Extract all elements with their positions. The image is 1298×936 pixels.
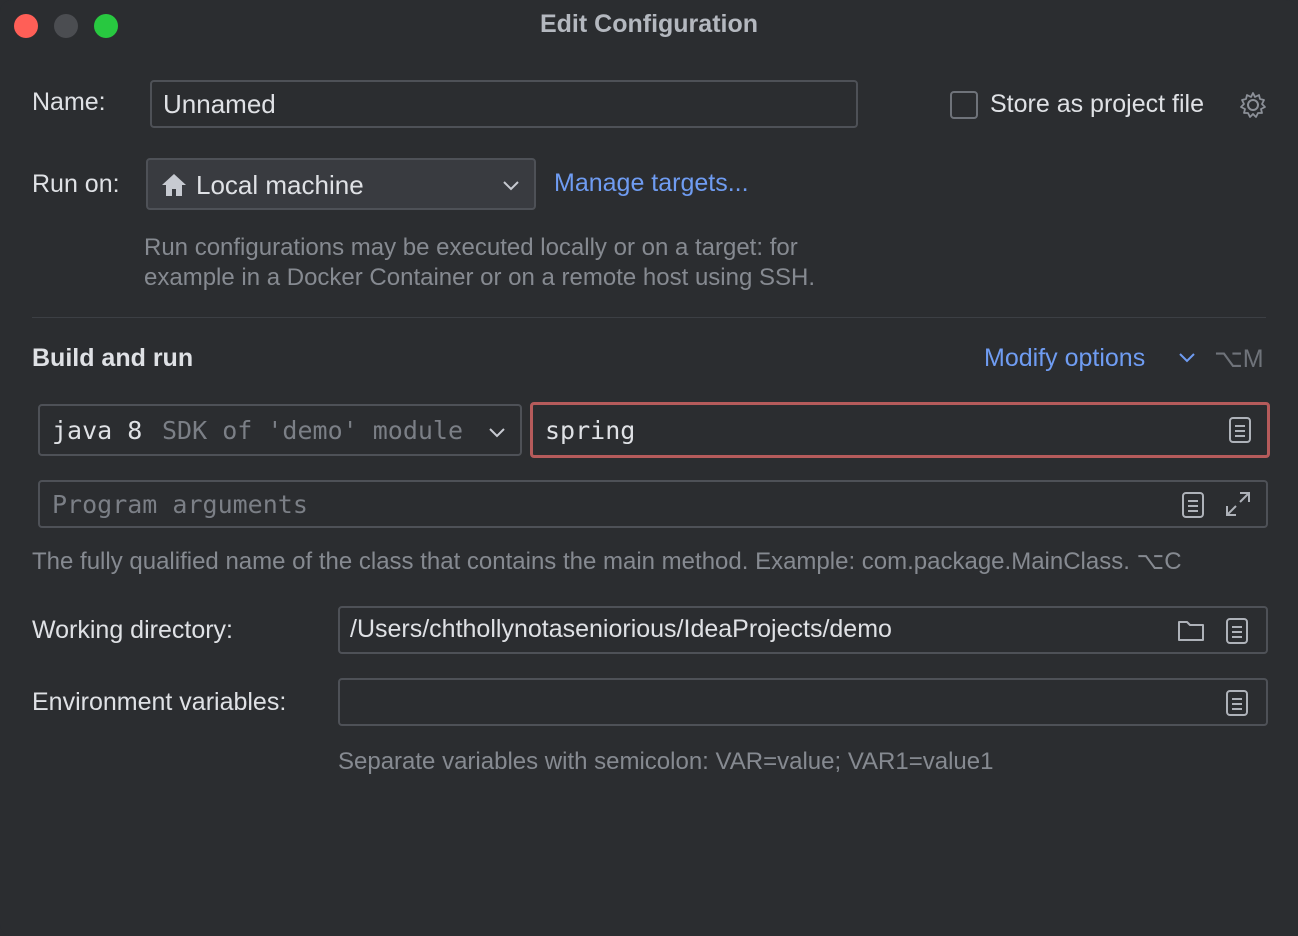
modify-options-shortcut: ⌥M xyxy=(1214,345,1264,373)
run-on-selected: Local machine xyxy=(196,170,364,200)
name-label: Name: xyxy=(32,88,106,116)
sdk-dropdown[interactable]: java 8 SDK of 'demo' module xyxy=(38,404,522,456)
window-title: Edit Configuration xyxy=(539,10,759,38)
build-and-run-title: Build and run xyxy=(32,344,194,372)
edit-configuration-dialog: Edit Configuration Name: Unnamed Store a… xyxy=(0,0,1298,936)
modify-options-link[interactable]: Modify options xyxy=(984,344,1145,373)
run-on-label: Run on: xyxy=(32,170,120,198)
expand-editor-icon[interactable] xyxy=(1224,689,1250,717)
chevron-down-icon xyxy=(503,181,519,191)
working-directory-input[interactable]: /Users/chthollynotaseniorious/IdeaProjec… xyxy=(338,606,1268,654)
environment-variables-label: Environment variables: xyxy=(32,688,287,716)
working-directory-label: Working directory: xyxy=(32,616,233,644)
folder-icon[interactable] xyxy=(1176,617,1206,643)
title-bar: Edit Configuration xyxy=(0,0,1298,52)
working-directory-value: /Users/chthollynotaseniorious/IdeaProjec… xyxy=(350,615,892,643)
manage-targets-link[interactable]: Manage targets... xyxy=(554,169,749,198)
run-on-hint-line1: Run configurations may be executed local… xyxy=(144,234,798,261)
maximize-icon[interactable] xyxy=(1224,490,1252,518)
main-class-value: spring xyxy=(545,416,636,445)
sdk-detail: SDK of 'demo' module xyxy=(162,416,464,445)
environment-variables-input[interactable] xyxy=(338,678,1268,726)
modify-options-chevron-icon[interactable] xyxy=(1178,350,1196,364)
name-input[interactable]: Unnamed xyxy=(150,80,858,128)
store-project-label[interactable]: Store as project file xyxy=(990,90,1204,119)
sdk-name: java 8 xyxy=(52,416,143,445)
chevron-down-icon xyxy=(489,428,505,438)
program-arguments-input[interactable]: Program arguments xyxy=(38,480,1268,528)
name-input-value: Unnamed xyxy=(163,89,276,119)
expand-editor-icon[interactable] xyxy=(1224,617,1250,645)
expand-editor-icon[interactable] xyxy=(1180,491,1206,519)
main-class-hint: The fully qualified name of the class th… xyxy=(32,548,1182,575)
main-class-input[interactable]: spring xyxy=(530,402,1270,458)
expand-editor-icon[interactable] xyxy=(1227,416,1253,444)
home-icon xyxy=(162,174,186,196)
program-arguments-placeholder: Program arguments xyxy=(52,490,308,519)
section-divider xyxy=(32,317,1266,318)
run-on-dropdown[interactable]: Local machine xyxy=(146,158,536,210)
store-project-checkbox[interactable] xyxy=(950,91,978,119)
run-on-hint-line2: example in a Docker Container or on a re… xyxy=(144,264,816,291)
gear-icon[interactable] xyxy=(1238,90,1268,120)
environment-variables-hint: Separate variables with semicolon: VAR=v… xyxy=(338,748,994,775)
